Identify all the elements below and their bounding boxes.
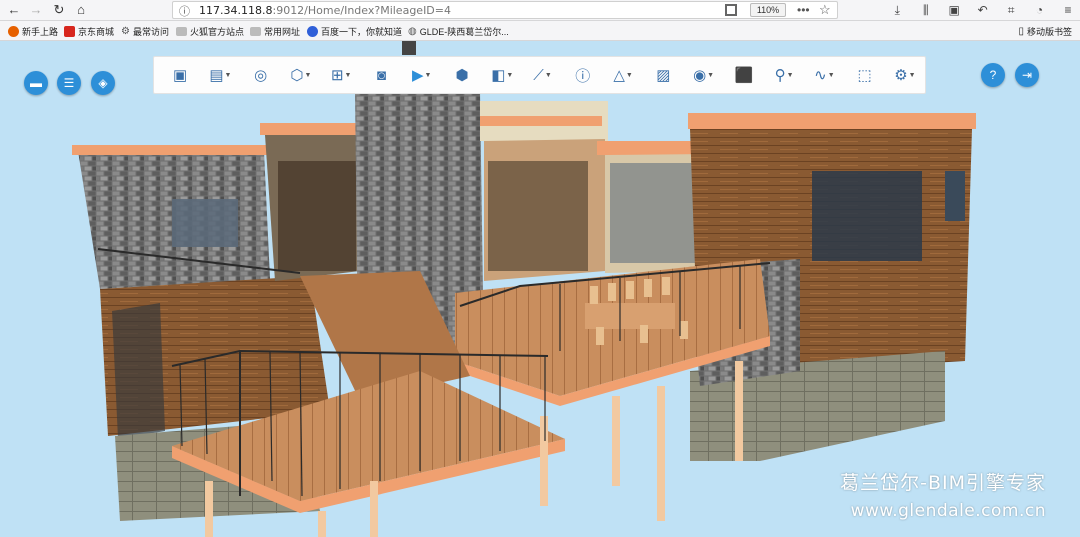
- sidebar-icon[interactable]: ▣: [942, 1, 966, 19]
- bookmark-item[interactable]: 新手上路: [8, 25, 58, 38]
- bookmark-item[interactable]: ⚙ 最常访问: [121, 25, 169, 38]
- site-info-icon[interactable]: ⓘ: [179, 3, 190, 19]
- chat-icon[interactable]: ◔: [1028, 1, 1052, 19]
- address-bar[interactable]: ⓘ 117.34.118.8:9012/Home/Index?MileageID…: [172, 1, 838, 19]
- back-icon[interactable]: ←: [6, 2, 22, 18]
- watermark: 葛兰岱尔-BIM引擎专家 www.glendale.com.cn: [840, 468, 1046, 521]
- undo-icon[interactable]: ↶: [971, 1, 995, 19]
- home-icon[interactable]: ⌂: [73, 2, 89, 18]
- model-dropdown-icon[interactable]: ▤ ▼: [200, 59, 240, 91]
- reload-icon[interactable]: ↻: [51, 2, 67, 18]
- bim-viewer[interactable]: ▬ ☰ ◈ ▣ ▤ ▼ ◎ ⬡ ▼ ⊞ ▼ ◙ ▶ ▼ ⬢ ◧ ▼ ⟋ ▼ ⓘ △ ▼ ▨ ◉…: [0, 41, 1080, 537]
- structure-tree-icon[interactable]: ☰: [57, 71, 81, 95]
- forward-icon[interactable]: →: [28, 2, 44, 18]
- angle-icon[interactable]: △ ▼: [603, 59, 643, 91]
- library-icon[interactable]: ⫼: [914, 1, 938, 19]
- qr-code-icon[interactable]: [725, 4, 737, 16]
- screenshot-icon[interactable]: ⌗: [999, 1, 1023, 19]
- help-icon[interactable]: ?: [981, 63, 1005, 87]
- mobile-bookmarks[interactable]: ▯ 移动版书签: [1018, 25, 1072, 38]
- location-list-icon[interactable]: ⚲ ▼: [764, 59, 804, 91]
- bookmark-item[interactable]: 京东商城: [64, 25, 114, 38]
- picture-icon[interactable]: ▨: [643, 59, 683, 91]
- section-icon[interactable]: ◧ ▼: [482, 59, 522, 91]
- viewer-toolbar: ▣ ▤ ▼ ◎ ⬡ ▼ ⊞ ▼ ◙ ▶ ▼ ⬢ ◧ ▼ ⟋ ▼ ⓘ △ ▼ ▨ ◉ ▼ ⬛ ⚲ ▼…: [153, 56, 926, 94]
- building-model[interactable]: [0, 41, 1080, 537]
- bookmark-item[interactable]: 常用网址: [250, 25, 300, 38]
- select-icon[interactable]: ⬚: [845, 59, 885, 91]
- info-icon[interactable]: ⓘ: [563, 59, 603, 91]
- folder-icon: [176, 27, 187, 36]
- bookmark-star-icon[interactable]: ☆: [819, 2, 831, 18]
- baidu-icon: [307, 26, 318, 37]
- browser-toolbar: ← → ↻ ⌂ ⓘ 117.34.118.8:9012/Home/Index?M…: [0, 0, 1080, 21]
- view-cube-icon[interactable]: ⬡ ▼: [281, 59, 321, 91]
- roam-icon[interactable]: ◎: [241, 59, 281, 91]
- bookmarks-bar: 新手上路 京东商城 ⚙ 最常访问 火狐官方站点 常用网址 百度一下，你就知道 ◍…: [0, 21, 1080, 41]
- folder-icon[interactable]: ▬: [24, 71, 48, 95]
- image-settings-icon[interactable]: ▣: [160, 59, 200, 91]
- jd-icon: [64, 26, 75, 37]
- grid-icon[interactable]: ⊞ ▼: [321, 59, 361, 91]
- gear-icon: ⚙: [121, 26, 130, 37]
- watermark-url: www.glendale.com.cn: [850, 501, 1046, 521]
- url-text[interactable]: 117.34.118.8:9012/Home/Index?MileageID=4: [199, 4, 451, 17]
- measure-icon[interactable]: ⟋ ▼: [522, 59, 562, 91]
- play-icon[interactable]: ▶ ▼: [402, 59, 442, 91]
- firefox-icon: [8, 26, 19, 37]
- watermark-title: 葛兰岱尔-BIM引擎专家: [840, 472, 1046, 494]
- bookmark-item[interactable]: ◍ GLDE-陕西葛兰岱尔...: [408, 25, 509, 38]
- bookmark-item[interactable]: 百度一下，你就知道: [307, 25, 402, 38]
- settings-icon[interactable]: ⚙ ▼: [885, 59, 925, 91]
- browser-right-icons: ⤓ ⫼ ▣ ↶ ⌗ ◔ ≡: [885, 1, 1080, 19]
- visibility-icon[interactable]: ◉ ▼: [683, 59, 723, 91]
- phone-icon: ▯: [1018, 26, 1024, 37]
- layers-icon[interactable]: ◈: [91, 71, 115, 95]
- download-icon[interactable]: ⤓: [885, 1, 909, 19]
- cube-icon[interactable]: ⬛: [724, 59, 764, 91]
- bookmark-item[interactable]: 火狐官方站点: [176, 25, 244, 38]
- menu-icon[interactable]: ≡: [1056, 1, 1080, 19]
- camera-icon[interactable]: ◙: [361, 59, 401, 91]
- globe-icon: ◍: [408, 26, 417, 37]
- zoom-level[interactable]: 110%: [750, 3, 786, 17]
- chart-line-icon[interactable]: ∿ ▼: [804, 59, 844, 91]
- folder-icon: [250, 27, 261, 36]
- box-icon[interactable]: ⬢: [442, 59, 482, 91]
- more-actions-icon[interactable]: •••: [797, 3, 810, 17]
- exit-icon[interactable]: ⇥: [1015, 63, 1039, 87]
